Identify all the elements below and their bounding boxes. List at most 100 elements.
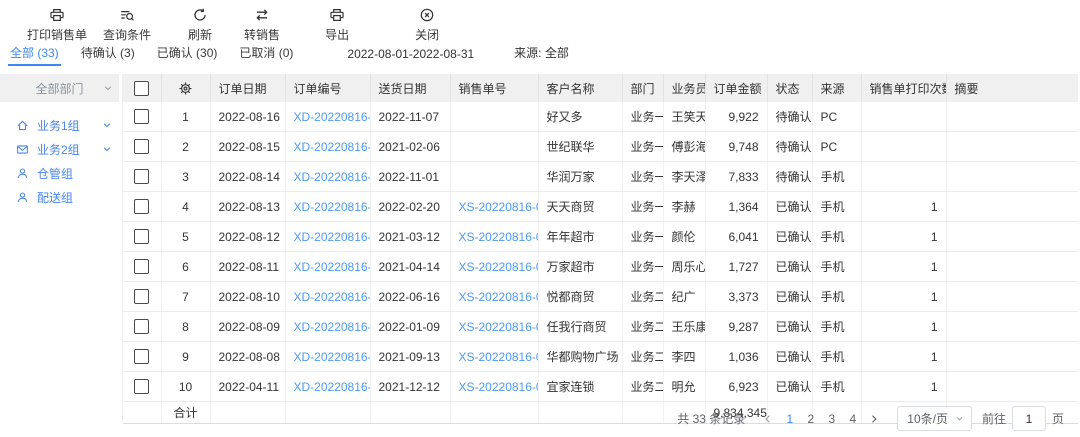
row-select-cell	[123, 162, 161, 192]
toolbar-button-export[interactable]: 导出	[325, 7, 349, 43]
page-button-2[interactable]: 2	[800, 408, 821, 430]
row-select-cell	[123, 342, 161, 372]
cell-customer: 任我行商贸	[538, 312, 622, 342]
cell-delivery-date: 2022-11-07	[370, 102, 450, 132]
cell-customer: 年年超市	[538, 222, 622, 252]
sidebar-item-1[interactable]: 业务1组	[0, 113, 122, 137]
order-no-link[interactable]: XD-20220816-000016	[294, 170, 371, 184]
toolbar-button-printer[interactable]: 打印销售单	[27, 7, 87, 43]
sidebar-item-2[interactable]: 业务2组	[0, 137, 122, 161]
row-select-cell	[123, 132, 161, 162]
cell-dept: 业务二部	[622, 312, 663, 342]
cell-summary	[946, 312, 1078, 342]
prev-page-button[interactable]	[757, 408, 779, 430]
cell-summary	[946, 252, 1078, 282]
order-no-link[interactable]: XD-20220816-000012	[294, 290, 371, 304]
cell-print-count: 1	[861, 372, 946, 402]
cell-status: 已确认	[767, 312, 812, 342]
cell-delivery-date: 2022-11-01	[370, 162, 450, 192]
cell-summary	[946, 192, 1078, 222]
filter-source[interactable]: 来源: 全部	[514, 44, 569, 66]
cell-amount: 1,364	[705, 192, 767, 222]
cell-status: 已确认	[767, 342, 812, 372]
order-no-link[interactable]: XD-20220816-000010	[294, 350, 371, 364]
cell-delivery-date: 2022-02-20	[370, 192, 450, 222]
tab-4[interactable]: 已取消 (0)	[237, 44, 295, 66]
cell-sales-no: XS-20220816-000010	[450, 342, 538, 372]
sales-no-link[interactable]: XS-20220816-000014	[459, 230, 539, 244]
filter-date-range[interactable]: 2022-08-01-2022-08-31	[347, 47, 474, 66]
sales-no-link[interactable]: XS-20220816-000013	[459, 260, 539, 274]
sidebar-item-4[interactable]: 配送组	[0, 185, 122, 209]
tab-3[interactable]: 已确认 (30)	[155, 44, 220, 66]
cell-delivery-date: 2021-09-13	[370, 342, 450, 372]
tabs-row: 全部 (33) 待确认 (3) 已确认 (30) 已取消 (0) 2022-08-01…	[0, 45, 1080, 66]
column-header: 订单编号	[285, 74, 370, 102]
cell-salesperson: 颜伦	[663, 222, 705, 252]
sales-no-link[interactable]: XS-20220816-000009	[459, 380, 539, 394]
row-checkbox[interactable]	[134, 379, 149, 394]
toolbar-button-query[interactable]: 查询条件	[103, 7, 151, 43]
sales-no-link[interactable]: XS-20220816-000015	[459, 200, 539, 214]
page-size-select[interactable]: 10条/页	[897, 406, 972, 431]
department-selector[interactable]: 全部部门	[0, 74, 119, 102]
sidebar-list: 业务1组业务2组仓管组配送组	[0, 102, 122, 209]
toolbar-button-close[interactable]: 关闭	[415, 7, 439, 43]
toolbar-button-label: 查询条件	[103, 26, 151, 43]
column-header: 状态	[767, 74, 812, 102]
cell-amount: 6,041	[705, 222, 767, 252]
row-checkbox[interactable]	[134, 139, 149, 154]
refresh-icon	[192, 7, 208, 23]
page-button-4[interactable]: 4	[842, 408, 863, 430]
sales-no-link[interactable]: XS-20220816-000011	[459, 320, 539, 334]
page-button-1[interactable]: 1	[779, 408, 800, 430]
sales-no-link[interactable]: XS-20220816-000010	[459, 350, 539, 364]
goto-suffix: 页	[1052, 410, 1064, 427]
row-number: 9	[161, 342, 210, 372]
row-checkbox[interactable]	[134, 109, 149, 124]
sales-no-link[interactable]: XS-20220816-000012	[459, 290, 539, 304]
next-page-button[interactable]	[863, 408, 885, 430]
order-no-link[interactable]: XD-20220816-000017	[294, 140, 371, 154]
order-no-link[interactable]: XD-20220816-000009	[294, 380, 371, 394]
chevron-down-icon	[102, 144, 112, 154]
order-no-link[interactable]: XD-20220816-000013	[294, 260, 371, 274]
tab-2[interactable]: 待确认 (3)	[79, 44, 137, 66]
cell-order-date: 2022-08-15	[210, 132, 285, 162]
cell-order-date: 2022-08-16	[210, 102, 285, 132]
cell-dept: 业务一部	[622, 252, 663, 282]
total-empty-cell	[450, 402, 538, 424]
cell-dept: 业务一部	[622, 102, 663, 132]
chevron-down-icon	[102, 120, 112, 130]
sidebar-item-3[interactable]: 仓管组	[0, 161, 122, 185]
row-checkbox[interactable]	[134, 319, 149, 334]
row-checkbox[interactable]	[134, 199, 149, 214]
row-checkbox[interactable]	[134, 229, 149, 244]
cell-order-date: 2022-08-10	[210, 282, 285, 312]
cell-source: 手机	[812, 282, 861, 312]
order-no-link[interactable]: XD-20220816-000014	[294, 230, 371, 244]
order-no-link[interactable]: XD-20220816-000015	[294, 200, 371, 214]
header-column-settings-cell[interactable]	[161, 74, 210, 102]
order-no-link[interactable]: XD-20220816-000018	[294, 110, 371, 124]
page-button-3[interactable]: 3	[821, 408, 842, 430]
toolbar-button-refresh[interactable]: 刷新	[188, 7, 212, 43]
column-header: 送货日期	[370, 74, 450, 102]
cell-salesperson: 李四	[663, 342, 705, 372]
row-checkbox[interactable]	[134, 169, 149, 184]
cell-sales-no: XS-20220816-000013	[450, 252, 538, 282]
toolbar-button-transfer[interactable]: 转销售	[244, 7, 280, 43]
goto-page-input[interactable]	[1012, 406, 1046, 431]
cell-order-no: XD-20220816-000017	[285, 132, 370, 162]
table-row: 92022-08-08XD-20220816-0000102021-09-13X…	[123, 342, 1078, 372]
tab-1[interactable]: 全部 (33)	[8, 44, 61, 66]
cell-source: 手机	[812, 222, 861, 252]
cell-source: 手机	[812, 252, 861, 282]
table-row: 22022-08-15XD-20220816-0000172021-02-06世…	[123, 132, 1078, 162]
row-checkbox[interactable]	[134, 349, 149, 364]
row-checkbox[interactable]	[134, 289, 149, 304]
row-checkbox[interactable]	[134, 259, 149, 274]
cell-print-count: 1	[861, 342, 946, 372]
order-no-link[interactable]: XD-20220816-000011	[294, 320, 371, 334]
select-all-checkbox[interactable]	[134, 81, 149, 96]
